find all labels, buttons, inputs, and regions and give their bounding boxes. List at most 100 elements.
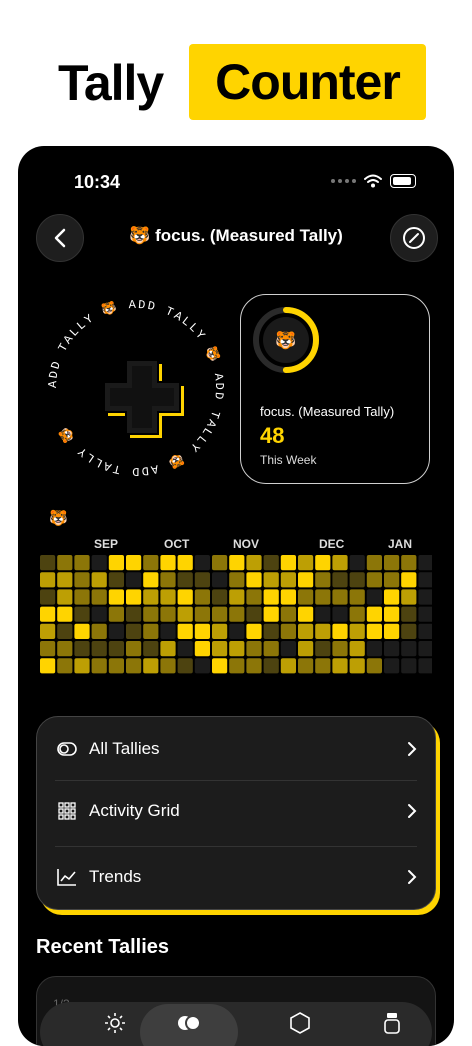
chevron-right-icon: [408, 870, 417, 884]
heatmap-cell: [108, 641, 124, 657]
wifi-icon: [364, 174, 382, 188]
heatmap-cell: [143, 641, 159, 657]
menu-item-label: Trends: [89, 867, 142, 886]
heatmap-cell: [384, 623, 400, 639]
heatmap-cell: [229, 606, 245, 622]
heatmap-cell: [384, 641, 400, 657]
heatmap-cell: [263, 641, 279, 657]
edit-button[interactable]: [390, 214, 438, 262]
plus-icon: [103, 359, 184, 438]
heatmap-cell: [280, 589, 296, 605]
menu-item-activity-grid[interactable]: Activity Grid: [37, 781, 435, 841]
heatmap-cell: [160, 641, 176, 657]
heatmap-cell: [418, 589, 432, 605]
tiger-icon: 🐯: [275, 330, 296, 350]
hexagon-icon: [290, 1012, 310, 1034]
heatmap-cell: [332, 555, 348, 571]
tab-tallies[interactable]: [169, 1012, 209, 1042]
weekly-widget[interactable]: 🐯 focus. (Measured Tally) 48 This Week: [240, 294, 430, 484]
heatmap-cell: [298, 641, 314, 657]
heatmap-cell: [349, 572, 365, 588]
heatmap-cell: [246, 572, 262, 588]
circles-icon: [178, 1015, 201, 1031]
heatmap-cell: [74, 623, 90, 639]
heatmap-cell: [177, 641, 193, 657]
heatmap-cell: [401, 555, 417, 571]
chevron-right-icon: [408, 804, 417, 818]
heatmap-cell: [126, 572, 142, 588]
heatmap-cell: [143, 555, 159, 571]
heatmap-cell: [194, 555, 210, 571]
tab-day[interactable]: [95, 1012, 135, 1042]
chevron-right-icon: [408, 742, 417, 756]
heatmap-cell: [212, 589, 228, 605]
heatmap-cell: [332, 572, 348, 588]
heatmap-cell: [229, 572, 245, 588]
section-title: Recent Tallies: [36, 936, 170, 958]
add-tally-ring: ADD TALLY 🐯 ADD TALLY 🐯 ADD TALLY 🐯 ADD …: [46, 298, 224, 478]
heatmap-cell: [401, 572, 417, 588]
heatmap-cell: [194, 658, 210, 674]
heatmap-cell: [280, 606, 296, 622]
heatmap-cell: [315, 606, 331, 622]
heatmap-cell: [384, 658, 400, 674]
heatmap-cell: [91, 572, 107, 588]
heatmap-cell: [401, 658, 417, 674]
heatmap-cell: [108, 606, 124, 622]
heatmap-cell: [332, 623, 348, 639]
sun-icon: [105, 1013, 125, 1033]
add-tally-button[interactable]: ADD TALLY 🐯 ADD TALLY 🐯 ADD TALLY 🐯 ADD …: [42, 294, 230, 482]
heatmap-cell: [126, 589, 142, 605]
month-label: OCT: [164, 537, 190, 551]
heatmap-cell: [74, 572, 90, 588]
heatmap-cell: [194, 606, 210, 622]
heatmap-cell: [366, 555, 382, 571]
heatmap-cell: [57, 658, 73, 674]
heatmap-cell: [160, 572, 176, 588]
weekly-progress-ring: 🐯: [253, 307, 319, 373]
tab-badges[interactable]: [280, 1012, 320, 1042]
menu-item-all-tallies[interactable]: All Tallies: [37, 719, 435, 779]
heatmap-cell: [160, 589, 176, 605]
heatmap-cell: [384, 606, 400, 622]
heatmap-cell: [160, 658, 176, 674]
heatmap-cell: [160, 623, 176, 639]
heatmap-cell: [384, 572, 400, 588]
menu-item-trends[interactable]: Trends: [37, 847, 435, 907]
heatmap-cell: [315, 555, 331, 571]
heatmap-cell: [384, 555, 400, 571]
back-button[interactable]: [36, 214, 84, 262]
heatmap-cell: [280, 641, 296, 657]
heatmap-cell: [74, 606, 90, 622]
heatmap-cell: [332, 658, 348, 674]
heatmap-cell: [74, 589, 90, 605]
heatmap-cell: [91, 606, 107, 622]
heatmap-cell: [212, 658, 228, 674]
heatmap-cell: [401, 606, 417, 622]
heatmap-cell: [418, 658, 432, 674]
heatmap-cell: [263, 623, 279, 639]
heatmap-cell: [40, 641, 56, 657]
heatmap-cell: [366, 623, 382, 639]
heatmap-cell: [263, 606, 279, 622]
month-label: NOV: [233, 537, 260, 551]
heatmap-cell: [40, 606, 56, 622]
heatmap-cell: [298, 589, 314, 605]
heatmap-cell: [194, 641, 210, 657]
phone-screen: 10:34 🐯 focus. (Measured Tally) ADD TALL…: [18, 146, 454, 1046]
heatmap-cell: [91, 658, 107, 674]
heatmap-cell: [349, 606, 365, 622]
heatmap-cell: [366, 589, 382, 605]
heatmap-cell: [91, 555, 107, 571]
heatmap-cell: [40, 623, 56, 639]
heatmap-cell: [126, 606, 142, 622]
heatmap-cell: [126, 555, 142, 571]
heatmap-cell: [74, 555, 90, 571]
tab-timer[interactable]: [372, 1012, 412, 1042]
heatmap-cell: [315, 623, 331, 639]
heatmap-cell: [57, 572, 73, 588]
heatmap-cell: [212, 606, 228, 622]
heatmap-cell: [126, 641, 142, 657]
heatmap-cell: [315, 658, 331, 674]
heatmap-cell: [315, 572, 331, 588]
